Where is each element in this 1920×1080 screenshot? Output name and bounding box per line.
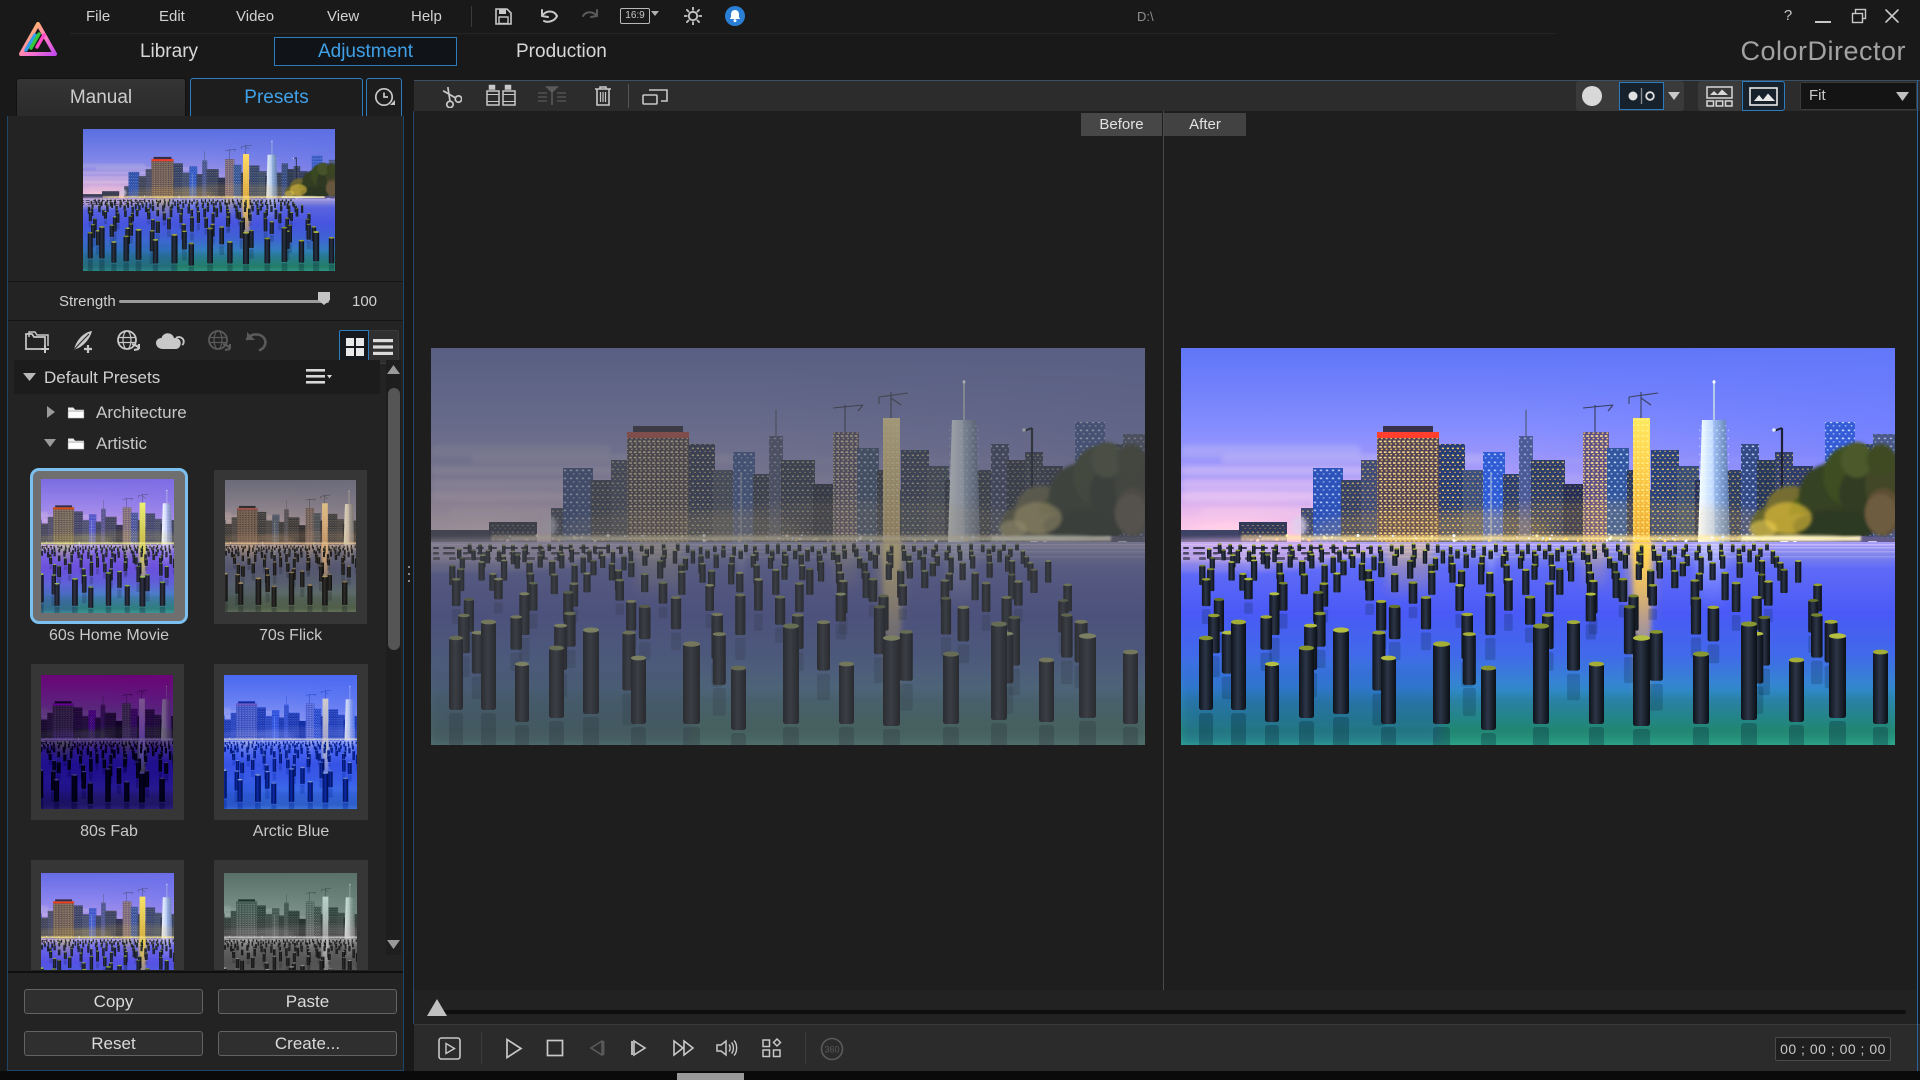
svg-text:360: 360	[824, 1045, 839, 1055]
